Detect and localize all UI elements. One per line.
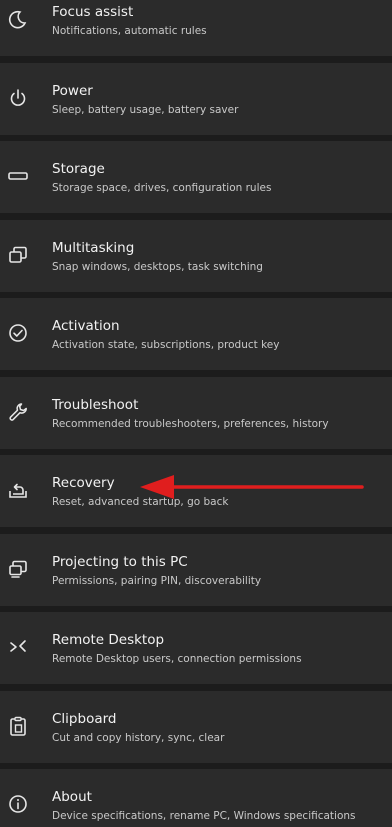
settings-item-subtitle: Device specifications, rename PC, Window… — [52, 810, 356, 822]
settings-item-title: Recovery — [52, 475, 115, 491]
power-icon — [7, 87, 29, 109]
settings-item-title: Storage — [52, 161, 105, 177]
settings-item-title: Projecting to this PC — [52, 554, 188, 570]
settings-item-subtitle: Activation state, subscriptions, product… — [52, 339, 280, 351]
settings-item-subtitle: Sleep, battery usage, battery saver — [52, 104, 239, 116]
recovery-icon — [7, 479, 29, 501]
settings-item-remote-desktop[interactable]: Remote Desktop Remote Desktop users, con… — [0, 612, 392, 684]
settings-item-focus-assist[interactable]: Focus assist Notifications, automatic ru… — [0, 0, 392, 56]
settings-item-about[interactable]: About Device specifications, rename PC, … — [0, 769, 392, 827]
storage-icon — [7, 165, 29, 187]
settings-item-storage[interactable]: Storage Storage space, drives, configura… — [0, 141, 392, 213]
settings-item-title: Remote Desktop — [52, 632, 165, 648]
activation-check-icon — [7, 322, 29, 344]
settings-item-title: Multitasking — [52, 240, 135, 256]
wrench-icon — [7, 401, 29, 423]
multitasking-icon — [7, 244, 29, 266]
settings-item-subtitle: Reset, advanced startup, go back — [52, 496, 229, 508]
settings-item-recovery[interactable]: Recovery Reset, advanced startup, go bac… — [0, 455, 392, 527]
projecting-icon — [7, 558, 29, 580]
remote-desktop-icon — [7, 636, 29, 658]
info-icon — [7, 793, 29, 815]
settings-item-subtitle: Storage space, drives, configuration rul… — [52, 182, 272, 194]
settings-item-subtitle: Cut and copy history, sync, clear — [52, 732, 225, 744]
settings-item-subtitle: Snap windows, desktops, task switching — [52, 261, 263, 273]
settings-item-title: Power — [52, 83, 93, 99]
settings-item-troubleshoot[interactable]: Troubleshoot Recommended troubleshooters… — [0, 377, 392, 449]
settings-item-projecting[interactable]: Projecting to this PC Permissions, pairi… — [0, 534, 392, 606]
settings-item-title: About — [52, 789, 92, 805]
settings-item-title: Activation — [52, 318, 120, 334]
settings-item-subtitle: Permissions, pairing PIN, discoverabilit… — [52, 575, 262, 587]
settings-item-title: Troubleshoot — [52, 397, 139, 413]
settings-item-activation[interactable]: Activation Activation state, subscriptio… — [0, 298, 392, 370]
settings-item-power[interactable]: Power Sleep, battery usage, battery save… — [0, 63, 392, 135]
moon-icon — [7, 8, 29, 30]
settings-item-title: Focus assist — [52, 4, 134, 20]
settings-item-subtitle: Recommended troubleshooters, preferences… — [52, 418, 329, 430]
settings-item-subtitle: Notifications, automatic rules — [52, 25, 207, 37]
settings-page: Focus assist Notifications, automatic ru… — [0, 0, 392, 827]
settings-item-clipboard[interactable]: Clipboard Cut and copy history, sync, cl… — [0, 691, 392, 763]
settings-item-title: Clipboard — [52, 711, 117, 727]
clipboard-icon — [7, 715, 29, 737]
settings-item-subtitle: Remote Desktop users, connection permiss… — [52, 653, 302, 665]
settings-item-multitasking[interactable]: Multitasking Snap windows, desktops, tas… — [0, 220, 392, 292]
